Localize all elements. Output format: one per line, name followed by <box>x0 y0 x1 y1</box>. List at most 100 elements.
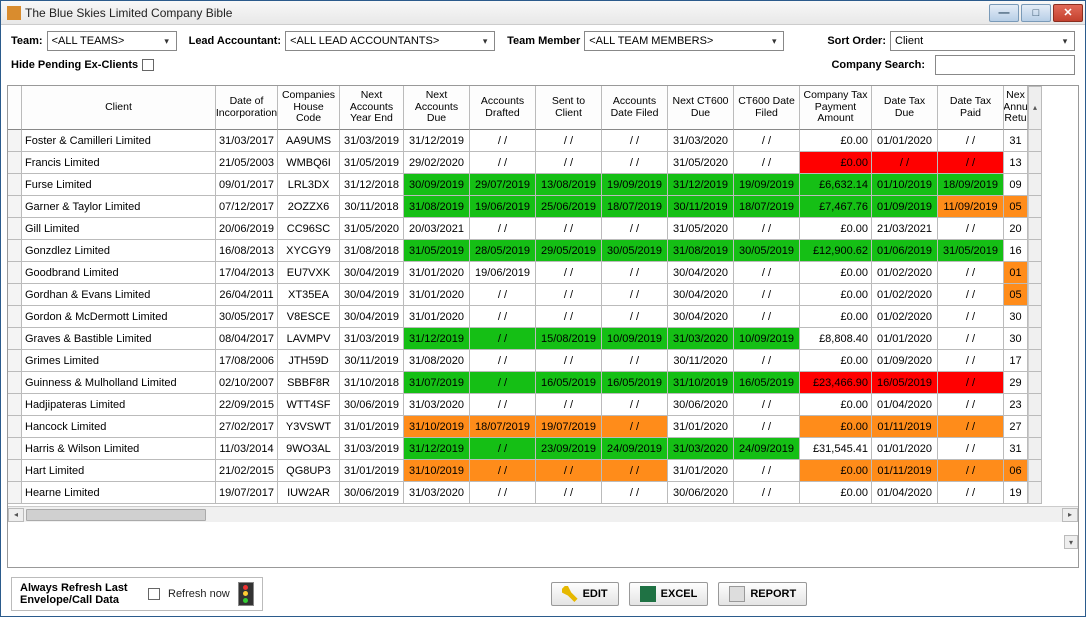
table-cell[interactable]: / / <box>938 416 1004 438</box>
table-cell[interactable]: 31/03/2020 <box>668 130 734 152</box>
vertical-scrollbar[interactable] <box>1028 152 1042 174</box>
table-cell[interactable]: 27/02/2017 <box>216 416 278 438</box>
column-header[interactable]: Date Tax Paid <box>938 86 1004 130</box>
table-cell[interactable]: 31/01/2019 <box>340 416 404 438</box>
vertical-scrollbar[interactable] <box>1028 306 1042 328</box>
minimize-button[interactable]: — <box>989 4 1019 22</box>
table-cell[interactable]: 06 <box>1004 460 1028 482</box>
row-selector[interactable] <box>8 306 22 328</box>
horizontal-scrollbar[interactable]: ◂ ▸ <box>8 506 1078 522</box>
vertical-scrollbar[interactable] <box>1028 240 1042 262</box>
vertical-scrollbar[interactable] <box>1028 284 1042 306</box>
table-cell[interactable]: 01/10/2019 <box>872 174 938 196</box>
table-cell[interactable]: 18/09/2019 <box>938 174 1004 196</box>
table-cell[interactable]: Furse Limited <box>22 174 216 196</box>
table-cell[interactable]: 31/01/2020 <box>404 306 470 328</box>
close-button[interactable]: ✕ <box>1053 4 1083 22</box>
row-selector[interactable] <box>8 328 22 350</box>
table-cell[interactable]: £0.00 <box>800 306 872 328</box>
row-selector[interactable] <box>8 482 22 504</box>
table-cell[interactable]: 18/07/2019 <box>602 196 668 218</box>
table-cell[interactable]: 29 <box>1004 372 1028 394</box>
table-cell[interactable]: 30/06/2019 <box>340 482 404 504</box>
table-cell[interactable]: 26/04/2011 <box>216 284 278 306</box>
table-cell[interactable]: 31/03/2019 <box>340 328 404 350</box>
table-cell[interactable]: 28/05/2019 <box>470 240 536 262</box>
table-cell[interactable]: 21/02/2015 <box>216 460 278 482</box>
table-cell[interactable]: 01/04/2020 <box>872 482 938 504</box>
table-cell[interactable]: 31/12/2019 <box>404 328 470 350</box>
table-cell[interactable]: 31/03/2019 <box>340 438 404 460</box>
table-cell[interactable]: / / <box>734 306 800 328</box>
table-cell[interactable]: 16/05/2019 <box>602 372 668 394</box>
table-cell[interactable]: 29/07/2019 <box>470 174 536 196</box>
vertical-scrollbar[interactable] <box>1028 196 1042 218</box>
table-cell[interactable]: 30/05/2019 <box>734 240 800 262</box>
table-cell[interactable]: / / <box>470 482 536 504</box>
table-cell[interactable]: 17 <box>1004 350 1028 372</box>
table-cell[interactable]: 05 <box>1004 284 1028 306</box>
column-header[interactable]: Date Tax Due <box>872 86 938 130</box>
table-cell[interactable]: / / <box>872 152 938 174</box>
table-cell[interactable]: / / <box>470 394 536 416</box>
table-cell[interactable]: XT35EA <box>278 284 340 306</box>
table-cell[interactable]: QG8UP3 <box>278 460 340 482</box>
scroll-thumb[interactable] <box>26 509 206 521</box>
column-header[interactable]: CT600 Date Filed <box>734 86 800 130</box>
table-cell[interactable]: 30/06/2019 <box>340 394 404 416</box>
column-header[interactable]: Next CT600 Due <box>668 86 734 130</box>
table-cell[interactable]: 13 <box>1004 152 1028 174</box>
table-cell[interactable]: 31/12/2019 <box>404 438 470 460</box>
column-header[interactable]: Companies House Code <box>278 86 340 130</box>
table-cell[interactable]: 20/03/2021 <box>404 218 470 240</box>
table-cell[interactable]: 16/05/2019 <box>872 372 938 394</box>
row-selector[interactable] <box>8 350 22 372</box>
column-header[interactable]: Nex Annu Retu <box>1004 86 1028 130</box>
table-cell[interactable]: / / <box>734 350 800 372</box>
table-cell[interactable]: 31/01/2019 <box>340 460 404 482</box>
row-selector[interactable] <box>8 416 22 438</box>
table-cell[interactable]: Francis Limited <box>22 152 216 174</box>
table-cell[interactable]: / / <box>734 482 800 504</box>
table-cell[interactable]: 30/11/2018 <box>340 196 404 218</box>
table-cell[interactable]: 31/08/2019 <box>668 240 734 262</box>
vertical-scrollbar[interactable] <box>1028 218 1042 240</box>
table-cell[interactable]: £0.00 <box>800 394 872 416</box>
table-cell[interactable]: / / <box>470 438 536 460</box>
table-cell[interactable]: / / <box>938 350 1004 372</box>
table-cell[interactable]: EU7VXK <box>278 262 340 284</box>
table-cell[interactable]: 30 <box>1004 328 1028 350</box>
row-selector[interactable] <box>8 460 22 482</box>
vertical-scrollbar[interactable] <box>1028 174 1042 196</box>
table-cell[interactable]: 01/02/2020 <box>872 306 938 328</box>
table-cell[interactable]: / / <box>602 152 668 174</box>
table-cell[interactable]: / / <box>938 460 1004 482</box>
table-cell[interactable]: 31/10/2019 <box>668 372 734 394</box>
table-cell[interactable]: 31/03/2017 <box>216 130 278 152</box>
table-cell[interactable]: / / <box>536 306 602 328</box>
table-cell[interactable]: / / <box>602 306 668 328</box>
table-cell[interactable]: Hearne Limited <box>22 482 216 504</box>
table-cell[interactable]: Harris & Wilson Limited <box>22 438 216 460</box>
table-cell[interactable]: 31/05/2020 <box>668 152 734 174</box>
table-cell[interactable]: 01/09/2020 <box>872 350 938 372</box>
table-cell[interactable]: / / <box>536 218 602 240</box>
table-cell[interactable]: 31/10/2019 <box>404 460 470 482</box>
table-cell[interactable]: 07/12/2017 <box>216 196 278 218</box>
table-cell[interactable]: 31/08/2019 <box>404 196 470 218</box>
table-cell[interactable]: / / <box>536 262 602 284</box>
table-cell[interactable]: 01 <box>1004 262 1028 284</box>
table-cell[interactable]: 01/02/2020 <box>872 262 938 284</box>
table-cell[interactable]: 30/04/2020 <box>668 262 734 284</box>
table-cell[interactable]: / / <box>734 416 800 438</box>
table-cell[interactable]: 09 <box>1004 174 1028 196</box>
table-cell[interactable]: Gonzdlez Limited <box>22 240 216 262</box>
table-cell[interactable]: 05 <box>1004 196 1028 218</box>
table-cell[interactable]: £0.00 <box>800 350 872 372</box>
table-cell[interactable]: 13/08/2019 <box>536 174 602 196</box>
table-cell[interactable]: WTT4SF <box>278 394 340 416</box>
table-cell[interactable]: / / <box>470 460 536 482</box>
table-cell[interactable]: LRL3DX <box>278 174 340 196</box>
scroll-right-icon[interactable]: ▸ <box>1062 508 1078 522</box>
table-cell[interactable]: 10/09/2019 <box>734 328 800 350</box>
